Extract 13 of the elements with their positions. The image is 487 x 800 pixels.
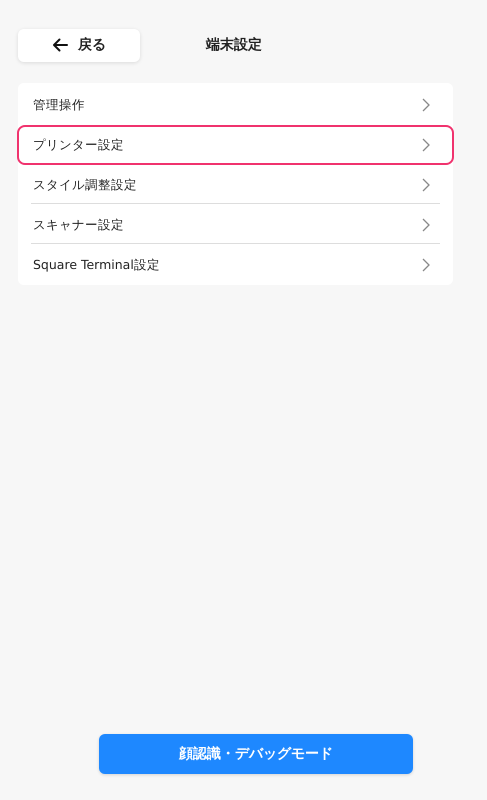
settings-item[interactable]: Square Terminal設定 <box>17 245 454 285</box>
settings-item[interactable]: スキャナー設定 <box>17 205 454 245</box>
page-title: 端末設定 <box>206 36 262 54</box>
back-arrow-icon <box>52 38 68 52</box>
settings-item[interactable]: プリンター設定 <box>17 125 454 165</box>
chevron-icon <box>422 138 430 152</box>
chevron-icon <box>422 98 430 112</box>
chevron-icon <box>422 178 430 192</box>
back-button[interactable]: 戻る <box>18 28 140 62</box>
chevron-icon <box>422 218 430 232</box>
settings-item[interactable]: 管理操作 <box>17 85 454 125</box>
settings-item[interactable]: スタイル調整設定 <box>17 165 454 205</box>
chevron-icon <box>422 258 430 272</box>
